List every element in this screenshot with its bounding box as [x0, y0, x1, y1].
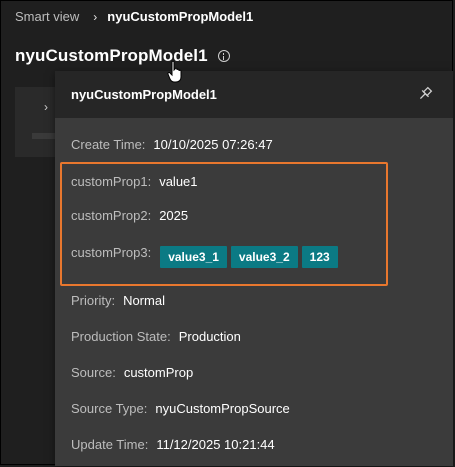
field-label: customProp3:	[71, 245, 152, 260]
production-state-row: Production State: Production	[71, 329, 241, 344]
field-value: nyuCustomPropSource	[155, 401, 290, 416]
custom-prop-row: customProp1: value1	[71, 174, 198, 189]
background-placeholder	[32, 133, 56, 139]
tag-chip: value3_1	[160, 246, 227, 268]
tag-chip: value3_2	[230, 246, 298, 268]
field-value: customProp	[123, 365, 194, 380]
hand-pointer-icon	[167, 60, 182, 83]
field-label: Source Type:	[71, 401, 148, 416]
info-icon[interactable]	[217, 50, 230, 62]
page-header: nyuCustomPropModel1	[15, 46, 230, 66]
field-value: Normal	[123, 293, 165, 308]
create-time-row: Create Time: 10/10/2025 07:26:47	[71, 137, 273, 152]
update-time-row: Update Time: 11/12/2025 10:21:44	[71, 437, 275, 452]
field-label: Production State:	[71, 329, 171, 344]
popover-header: nyuCustomPropModel1	[55, 71, 453, 118]
popover-title: nyuCustomPropModel1	[71, 87, 217, 102]
info-popover: nyuCustomPropModel1 Create Time: 10/10/2…	[55, 71, 453, 466]
chevron-right-icon[interactable]: ›	[44, 100, 48, 114]
breadcrumb-smart-view[interactable]: Smart view	[15, 9, 79, 24]
priority-row: Priority: Normal	[71, 293, 165, 308]
field-label: customProp2:	[71, 208, 152, 223]
field-label: Priority:	[71, 293, 116, 308]
field-label: Create Time:	[71, 137, 146, 152]
pin-icon[interactable]	[417, 86, 433, 102]
source-type-row: Source Type: nyuCustomPropSource	[71, 401, 290, 416]
tag-list: value3_1 value3_2 123	[160, 246, 341, 268]
field-value: Production	[178, 329, 241, 344]
source-row: Source: customProp	[71, 365, 193, 380]
breadcrumb-current: nyuCustomPropModel1	[107, 9, 254, 24]
field-label: Source:	[71, 365, 116, 380]
tag-chip: 123	[301, 246, 338, 268]
chevron-right-icon: ›	[93, 9, 98, 24]
field-label: Update Time:	[71, 437, 149, 452]
breadcrumb: Smart view › nyuCustomPropModel1	[15, 9, 253, 24]
field-label: customProp1:	[71, 174, 152, 189]
custom-prop-row: customProp2: 2025	[71, 208, 188, 223]
custom-prop-row: customProp3: value3_1 value3_2 123	[71, 245, 342, 268]
field-value: 2025	[159, 208, 189, 223]
field-value: 10/10/2025 07:26:47	[153, 137, 273, 152]
field-value: value1	[159, 174, 198, 189]
field-value: 11/12/2025 10:21:44	[156, 437, 275, 452]
